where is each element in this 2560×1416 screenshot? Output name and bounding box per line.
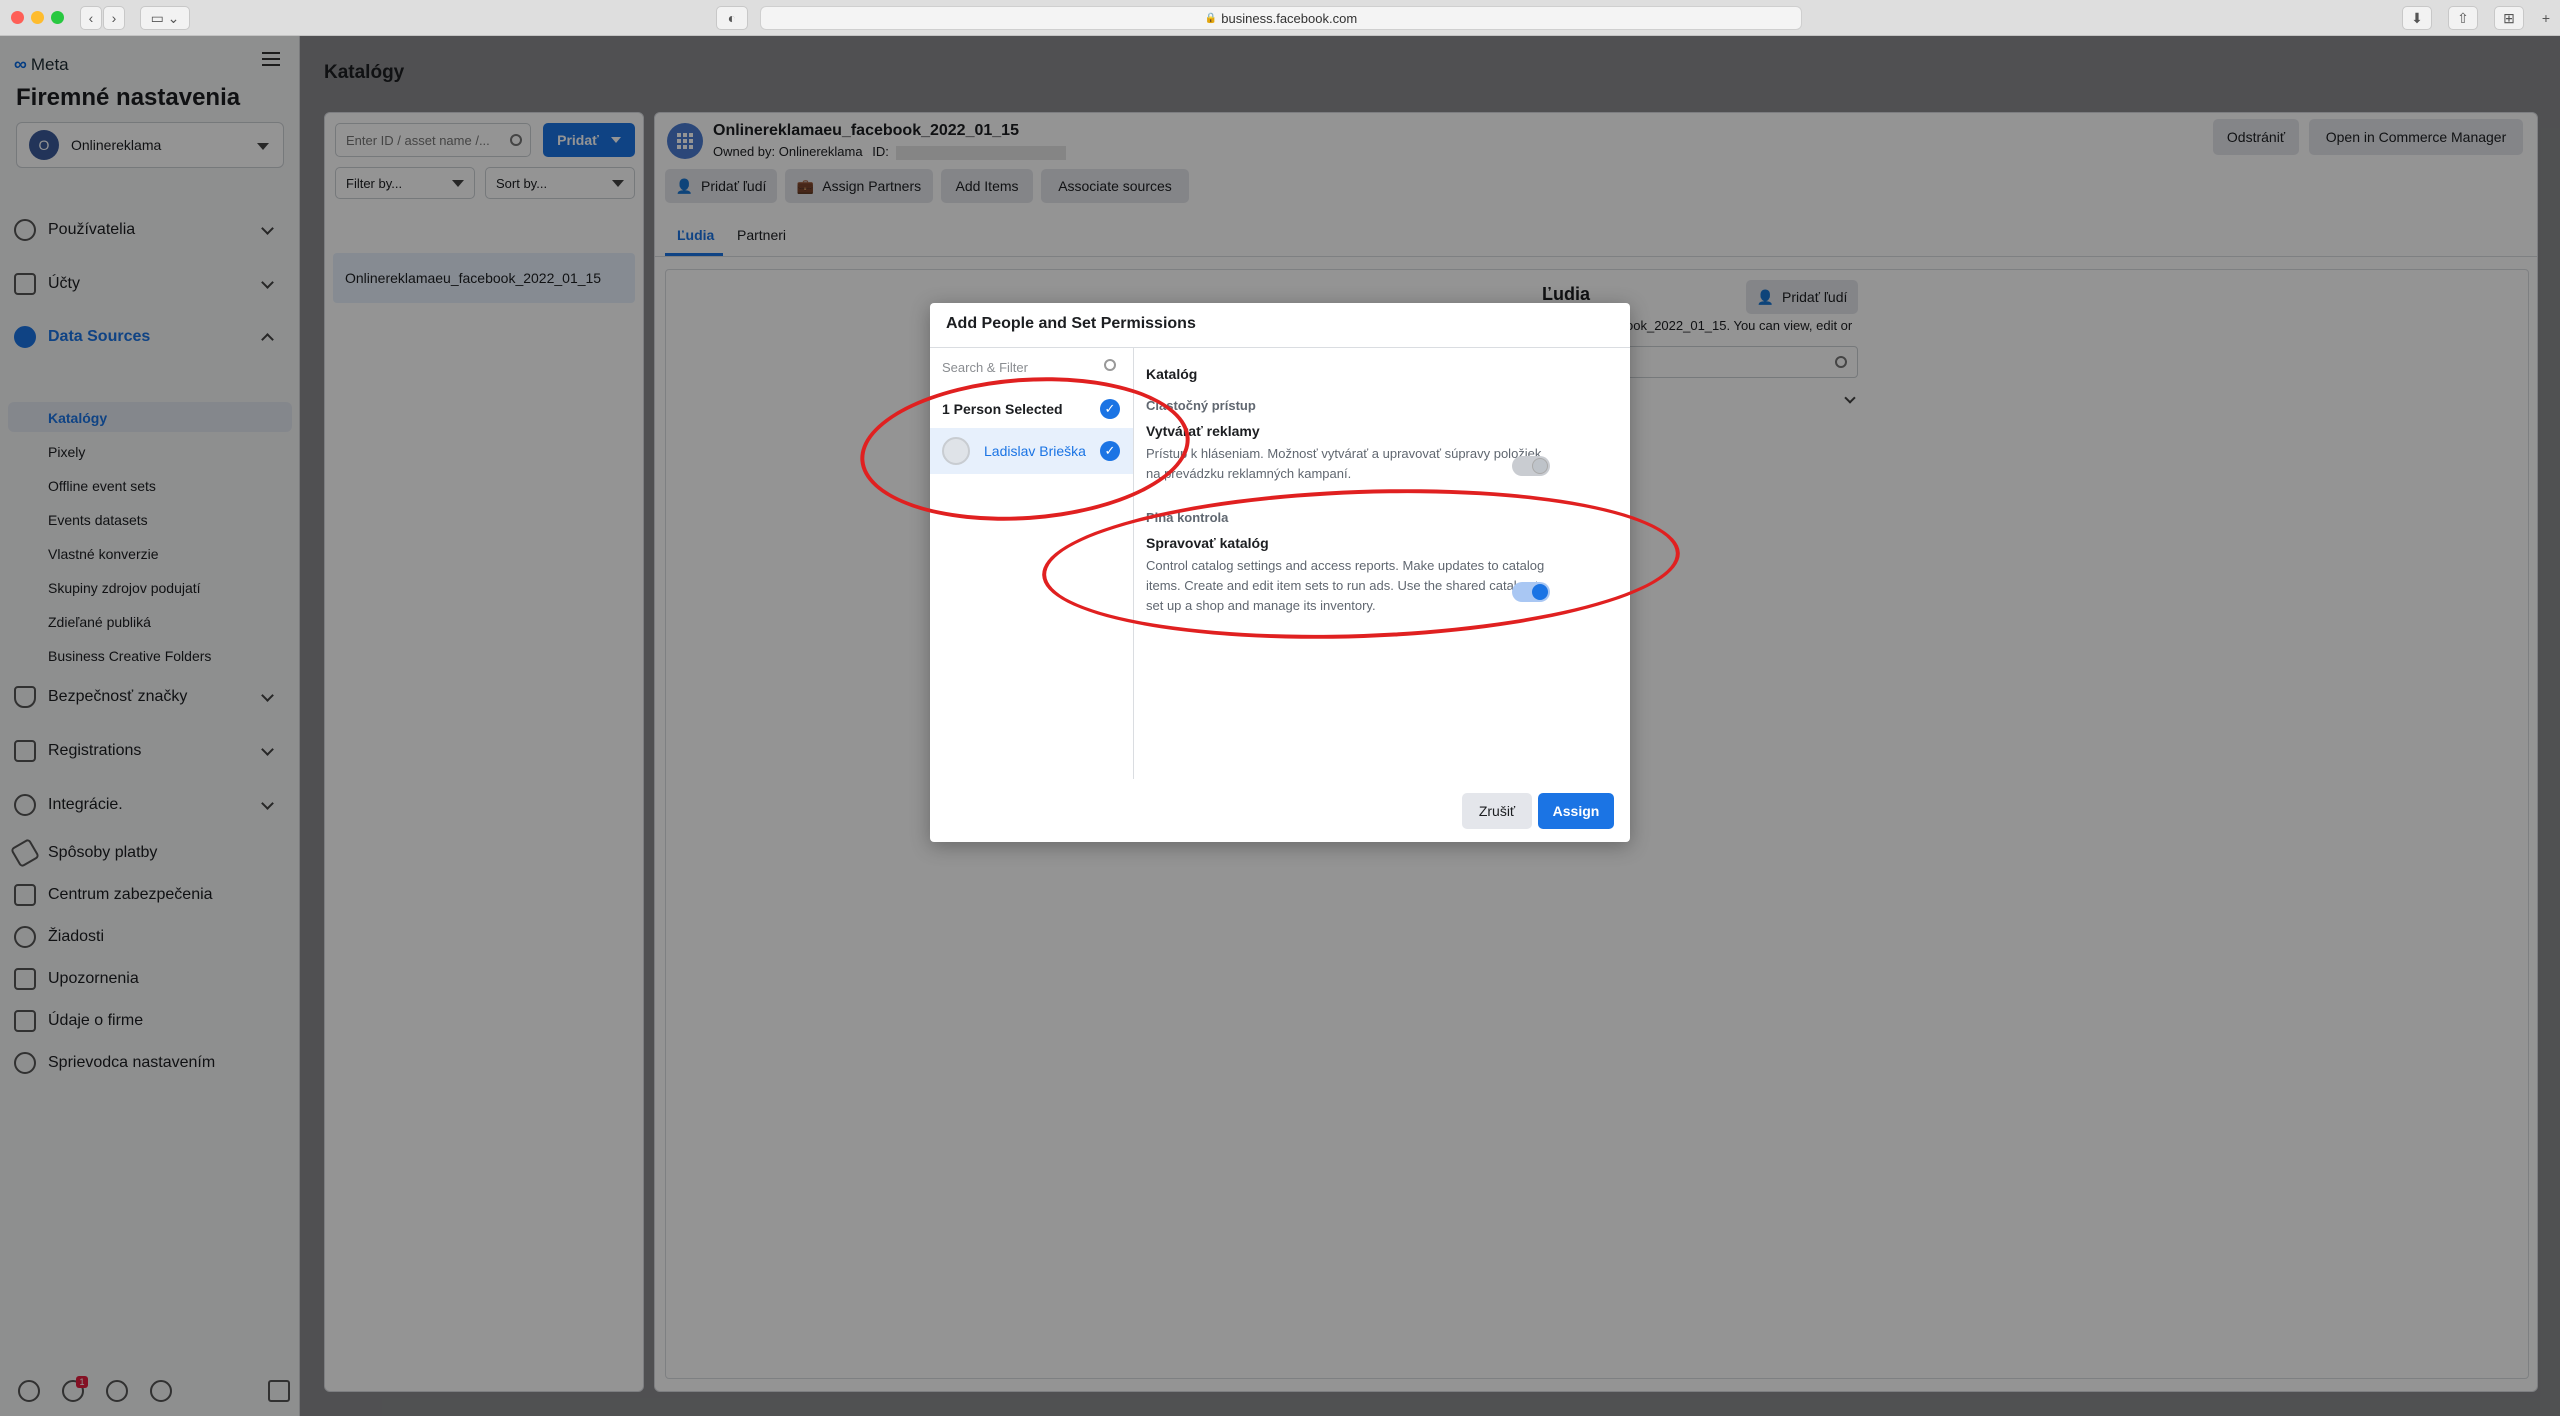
cancel-button[interactable]: Zrušiť <box>1462 793 1532 829</box>
browser-toolbar: ‹ › ▭ ⌄ ◐ 🔒 business.facebook.com ⬇ ⇧ ⊞ … <box>0 0 2560 36</box>
assign-button[interactable]: Assign <box>1538 793 1614 829</box>
back-button[interactable]: ‹ <box>80 6 102 30</box>
lock-icon: 🔒 <box>1204 12 1218 24</box>
downloads-button[interactable]: ⬇ <box>2402 6 2432 30</box>
minimize-window-button[interactable] <box>31 11 44 24</box>
toggle-knob <box>1532 458 1548 474</box>
close-window-button[interactable] <box>11 11 24 24</box>
url-text: business.facebook.com <box>1221 10 1358 26</box>
create-ads-toggle[interactable] <box>1512 456 1550 476</box>
tab-overview-button[interactable]: ⊞ <box>2494 6 2524 30</box>
address-bar[interactable]: 🔒 business.facebook.com <box>760 6 1802 30</box>
new-tab-button[interactable]: + <box>2536 6 2556 30</box>
search-icon <box>1104 359 1116 371</box>
dialog-title: Add People and Set Permissions <box>946 315 1196 332</box>
search-placeholder: Search & Filter <box>942 360 1028 375</box>
share-button[interactable]: ⇧ <box>2448 6 2478 30</box>
sidebar-toggle-button[interactable]: ▭ ⌄ <box>140 6 190 30</box>
catalog-heading: Katalóg <box>1146 366 1198 382</box>
people-search-input[interactable]: Search & Filter <box>942 359 1126 375</box>
forward-button[interactable]: › <box>103 6 125 30</box>
privacy-shield-icon[interactable]: ◐ <box>716 6 748 30</box>
zoom-window-button[interactable] <box>51 11 64 24</box>
create-ads-desc: Prístup k hláseniam. Možnosť vytvárať a … <box>1146 446 1542 481</box>
